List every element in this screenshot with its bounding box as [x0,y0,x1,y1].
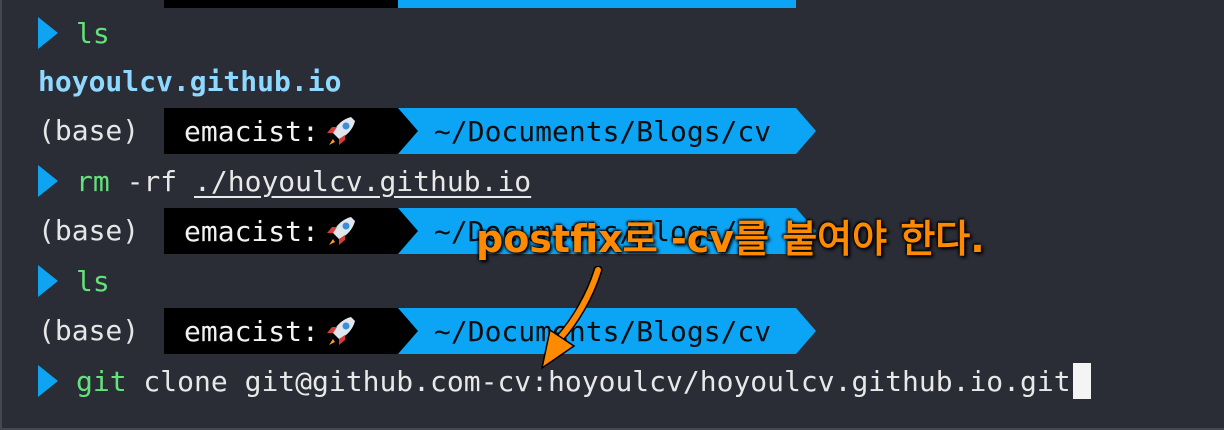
command-line: rm -rf ./hoyoulcv.github.io [38,158,531,204]
output-line: hoyoulcv.github.io [38,58,341,104]
prompt-user-segment: emacist: [164,308,398,354]
annotation-text: postfix로 -cv를 붙여야 한다. [476,217,985,261]
prompt-path-segment: ~/Documents/Blogs/cv [398,108,796,154]
command-line: ls [38,258,110,304]
prompt-user: emacist: [184,314,319,348]
prompt-arrow [796,308,816,354]
prompt-user: emacist: [184,214,319,248]
conda-env: (base) [38,114,140,147]
triangle-right-icon [38,265,58,297]
shell-prompt: (base) emacist: ~/Documents/Blogs/cv [38,108,858,154]
command-path-arg: ./hoyoulcv.github.io [194,164,532,198]
directory-output: hoyoulcv.github.io [38,64,342,98]
conda-env: (base) [38,314,140,347]
triangle-right-icon [38,165,58,197]
prompt-user: emacist: [184,114,319,148]
command-args: -rf [109,164,195,198]
text-cursor [1072,363,1091,399]
command-name: ls [76,16,110,50]
prompt-user-segment-partial [164,0,398,8]
rocket-icon [326,117,355,145]
prompt-user-segment: emacist: [164,208,398,254]
triangle-right-icon [38,365,58,397]
shell-prompt: (base) emacist: ~/Documents/Blogs/cv [38,308,858,354]
rocket-icon [326,217,355,245]
command-name: git [76,364,127,398]
command-name: ls [76,264,110,298]
prompt-path: ~/Documents/Blogs/cv [434,114,772,148]
conda-env: (base) [38,214,140,247]
command-line: ls [38,10,110,56]
prompt-path-segment-partial [398,0,796,8]
prompt-arrow [796,108,816,154]
annotation-arrow-icon [540,266,603,370]
rocket-icon [326,317,355,345]
triangle-right-icon [38,17,58,49]
command-name: rm [76,164,110,198]
prompt-user-segment: emacist: [164,108,398,154]
